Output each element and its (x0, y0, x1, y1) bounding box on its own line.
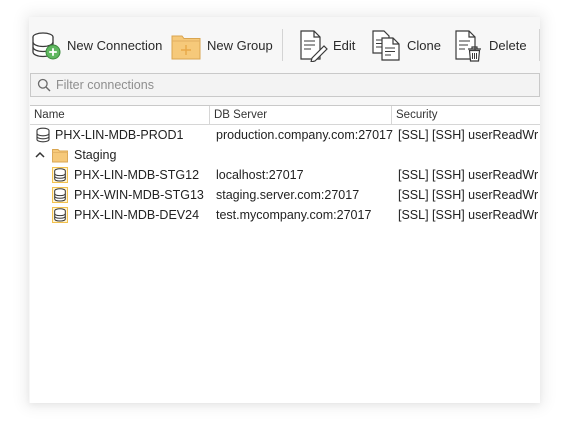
database-icon (52, 207, 68, 223)
connection-server: test.mycompany.com:27017 (216, 208, 372, 222)
table-row[interactable]: PHX-WIN-MDB-STG13 staging.server.com:270… (30, 185, 540, 205)
database-icon (52, 187, 68, 203)
connections-grid: Name DB Server Security PHX-LIN-MDB-PROD… (30, 105, 540, 403)
table-row[interactable]: PHX-LIN-MDB-PROD1 production.company.com… (30, 125, 540, 145)
toolbar: New Connection New Group Edit Clone Dele… (29, 17, 540, 73)
new-group-label: New Group (207, 37, 273, 53)
edit-button[interactable]: Edit (295, 27, 355, 63)
database-icon (36, 127, 50, 143)
clone-button[interactable]: Clone (369, 27, 441, 63)
document-edit-icon (300, 30, 328, 62)
folder-icon (52, 149, 68, 163)
connection-server: production.company.com:27017 (216, 128, 393, 142)
delete-label: Delete (489, 37, 527, 53)
connection-name: PHX-WIN-MDB-STG13 (74, 188, 204, 202)
filter-box (30, 73, 540, 97)
chevron-up-icon[interactable] (33, 147, 47, 163)
database-add-icon (32, 32, 61, 60)
database-icon (52, 167, 68, 183)
column-header-db-server[interactable]: DB Server (210, 106, 392, 124)
table-row[interactable]: PHX-LIN-MDB-DEV24 test.mycompany.com:270… (30, 205, 540, 225)
new-connection-button[interactable]: New Connection (29, 27, 162, 63)
toolbar-separator (282, 29, 283, 61)
new-group-button[interactable]: New Group (169, 27, 273, 63)
column-header-security[interactable]: Security (392, 106, 540, 124)
connection-name: PHX-LIN-MDB-STG12 (74, 168, 200, 182)
connection-security: [SSL] [SSH] userReadWri... (398, 128, 538, 142)
connection-server: localhost:27017 (216, 168, 304, 182)
connection-security: [SSL] [SSH] userReadWri... (398, 188, 538, 202)
document-clone-icon (372, 30, 400, 61)
clone-label: Clone (407, 37, 441, 53)
toolbar-separator (539, 29, 540, 61)
new-connection-label: New Connection (67, 37, 163, 53)
connection-name: PHX-LIN-MDB-PROD1 (55, 128, 184, 142)
group-name: Staging (74, 148, 117, 162)
table-row[interactable]: PHX-LIN-MDB-STG12 localhost:27017 [SSL] … (30, 165, 540, 185)
column-header-name[interactable]: Name (30, 106, 210, 124)
connection-security: [SSL] [SSH] userReadWri... (398, 208, 538, 222)
connection-security: [SSL] [SSH] userReadWri... (398, 168, 538, 182)
connection-name: PHX-LIN-MDB-DEV24 (74, 208, 200, 222)
group-row[interactable]: Staging (30, 145, 540, 165)
delete-button[interactable]: Delete (451, 27, 527, 63)
connection-manager-panel: New Connection New Group Edit Clone Dele… (29, 17, 540, 403)
grid-header: Name DB Server Security (30, 106, 540, 125)
folder-add-icon (171, 35, 201, 60)
edit-label: Edit (333, 37, 356, 53)
filter-input[interactable] (56, 78, 516, 92)
connection-server: staging.server.com:27017 (216, 188, 360, 202)
document-delete-icon (455, 30, 481, 62)
search-icon (37, 78, 51, 92)
